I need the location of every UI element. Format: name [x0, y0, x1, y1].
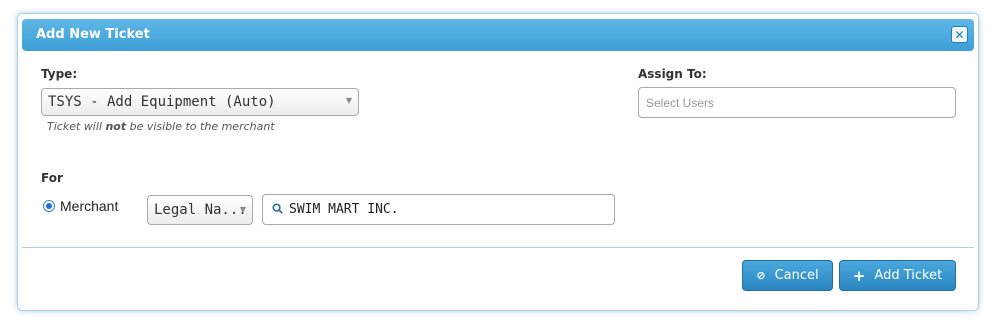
dialog-title: Add New Ticket	[36, 27, 150, 42]
cancel-button[interactable]: ⊘ Cancel	[742, 260, 833, 291]
merchant-search-value: SWIM MART INC.	[289, 202, 399, 217]
field-select-value: Legal Na...	[154, 202, 247, 218]
add-ticket-dialog: Add New Ticket ✕ Type: TSYS - Add Equipm…	[17, 13, 979, 311]
cancel-icon: ⊘	[756, 269, 766, 282]
dialog-title-bar: Add New Ticket ✕	[22, 19, 974, 51]
search-icon	[272, 203, 283, 214]
radio-checked-dot	[46, 203, 52, 209]
close-icon[interactable]: ✕	[951, 26, 968, 43]
chevron-down-icon: ▼	[345, 96, 352, 105]
chevron-down-icon: ▼	[239, 205, 246, 214]
for-label: For	[41, 171, 63, 185]
plus-icon: +	[852, 266, 866, 285]
type-select[interactable]: TSYS - Add Equipment (Auto) ▼	[41, 88, 359, 116]
merchant-radio[interactable]	[43, 200, 55, 212]
type-label: Type:	[41, 67, 78, 81]
cancel-button-label: Cancel	[774, 268, 819, 283]
type-hint: Ticket will not be visible to the mercha…	[47, 120, 275, 133]
footer-divider	[22, 247, 974, 248]
assign-users-placeholder: Select Users	[646, 96, 715, 110]
add-ticket-button[interactable]: + Add Ticket	[839, 260, 956, 291]
add-ticket-button-label: Add Ticket	[874, 268, 943, 283]
type-select-value: TSYS - Add Equipment (Auto)	[48, 94, 276, 110]
assign-users-input[interactable]: Select Users	[638, 87, 956, 118]
merchant-radio-label[interactable]: Merchant	[60, 198, 118, 214]
merchant-search-input[interactable]: SWIM MART INC.	[262, 194, 615, 225]
assign-to-label: Assign To:	[638, 67, 707, 81]
field-select[interactable]: Legal Na... ▼	[147, 195, 253, 225]
